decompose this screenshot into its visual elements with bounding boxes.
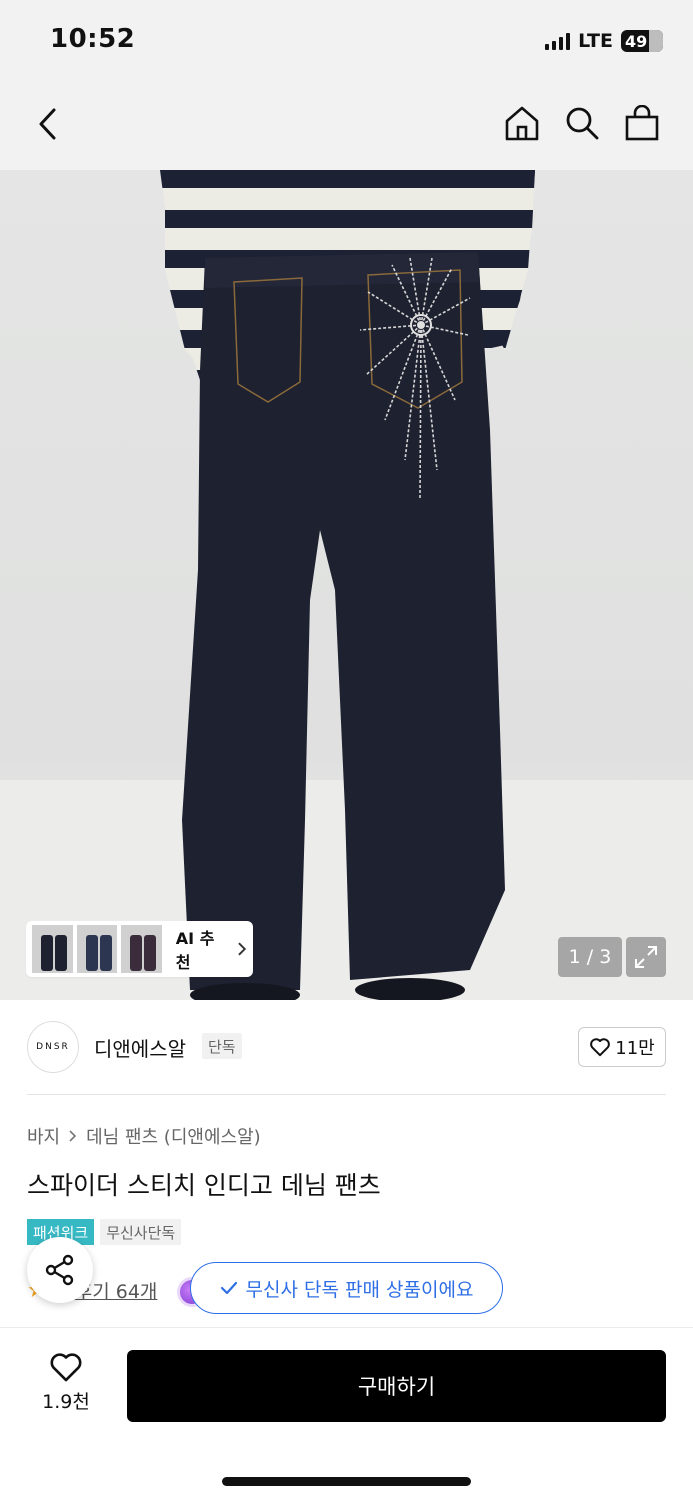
expand-button[interactable] bbox=[626, 937, 666, 977]
chevron-left-icon bbox=[39, 108, 56, 140]
buy-button[interactable]: 구매하기 bbox=[127, 1350, 666, 1422]
signal-icon bbox=[545, 32, 571, 50]
check-icon bbox=[220, 1281, 237, 1295]
home-button[interactable] bbox=[502, 103, 542, 143]
breadcrumb-subcategory[interactable]: 데님 팬츠 (디앤에스알) bbox=[86, 1123, 261, 1149]
chevron-right-icon bbox=[69, 1130, 77, 1142]
chevron-right-icon bbox=[238, 942, 247, 956]
product-photo bbox=[0, 170, 693, 1000]
wishlist-button[interactable]: 1.9천 bbox=[36, 1351, 96, 1421]
expand-icon bbox=[635, 946, 657, 968]
breadcrumb: 바지 데님 팬츠 (디앤에스알) bbox=[27, 1123, 261, 1149]
wishlist-count: 1.9천 bbox=[42, 1391, 90, 1413]
status-time: 10:52 bbox=[50, 24, 136, 54]
breadcrumb-category[interactable]: 바지 bbox=[27, 1123, 60, 1149]
product-image[interactable] bbox=[0, 170, 693, 1000]
toast-text: 무신사 단독 판매 상품이에요 bbox=[245, 1278, 474, 1301]
battery-level: 49 bbox=[625, 31, 648, 51]
search-icon bbox=[566, 107, 599, 140]
brand-name[interactable]: 디앤에스알 bbox=[94, 1033, 186, 1062]
battery-icon: 49 bbox=[621, 30, 663, 52]
brand-like-button[interactable]: 11만 bbox=[578, 1027, 666, 1067]
heart-icon bbox=[50, 1353, 82, 1382]
share-icon bbox=[45, 1254, 74, 1286]
exclusive-toast: 무신사 단독 판매 상품이에요 bbox=[190, 1262, 503, 1314]
exclusive-badge: 무신사단독 bbox=[100, 1219, 182, 1245]
heart-icon bbox=[590, 1038, 611, 1057]
share-button[interactable] bbox=[27, 1237, 93, 1303]
home-indicator bbox=[222, 1477, 471, 1486]
status-icons: LTE 49 bbox=[545, 30, 663, 52]
ai-recommend-button[interactable]: AI 추천 bbox=[26, 921, 253, 977]
brand-like-count: 11만 bbox=[615, 1038, 655, 1059]
shopping-bag-icon bbox=[625, 105, 659, 141]
thumbnail-1[interactable] bbox=[32, 925, 73, 973]
home-icon bbox=[505, 106, 539, 141]
brand-logo[interactable]: DNSR bbox=[27, 1021, 79, 1073]
cart-button[interactable] bbox=[622, 103, 662, 143]
brand-exclusive-tag: 단독 bbox=[202, 1033, 242, 1059]
top-bar: 10:52 LTE 49 bbox=[0, 0, 693, 170]
product-title: 스파이더 스티치 인디고 데님 팬츠 bbox=[27, 1171, 381, 1200]
search-button[interactable] bbox=[562, 103, 602, 143]
ai-recommend-label: AI 추천 bbox=[175, 929, 215, 972]
network-label: LTE bbox=[578, 30, 613, 52]
image-counter: 1 / 3 bbox=[558, 937, 622, 977]
thumbnail-2[interactable] bbox=[76, 925, 118, 973]
back-button[interactable] bbox=[27, 104, 67, 144]
divider bbox=[27, 1094, 666, 1095]
bottom-bar-divider bbox=[0, 1327, 693, 1328]
thumbnail-3[interactable] bbox=[121, 925, 162, 973]
